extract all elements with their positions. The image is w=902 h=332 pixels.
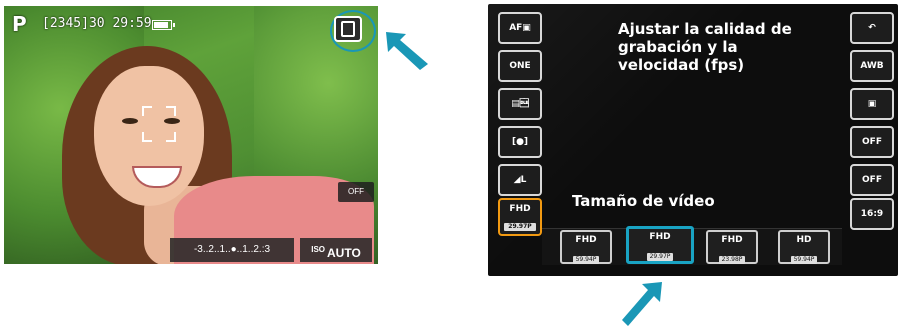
setting-help-text: Ajustar la calidad de grabación y la vel… — [618, 20, 792, 74]
shooting-mode: P — [12, 12, 27, 36]
option-rate: 29.97P — [646, 253, 674, 261]
iso-tag: ISO — [311, 245, 325, 254]
exposure-level-indicator[interactable]: -3..2..1..●..1..2.:3 — [170, 238, 294, 262]
option-rate: 23.98P — [718, 256, 746, 264]
image-quality-button[interactable]: ◢L — [498, 164, 542, 196]
af-method-button[interactable]: AF▣ — [498, 12, 542, 44]
iso-value: AUTO — [327, 246, 361, 260]
af-frame-corner — [142, 132, 152, 142]
option-fhd-2997p[interactable]: FHD 29.97P — [626, 226, 694, 264]
recording-time: 30 29:59 — [88, 16, 152, 31]
menu-label: OFF — [862, 137, 882, 147]
quick-control-screen: AF▣ ONE SHOT ▤ [●] ◢L FHD 29.97P ↶ AWB … — [488, 4, 898, 276]
subject-eye — [164, 118, 180, 124]
af-frame-corner — [166, 106, 176, 116]
menu-label: ▣ — [867, 99, 877, 109]
flash-label: OFF — [348, 187, 364, 196]
battery-icon — [152, 20, 175, 30]
af-frame-corner — [166, 132, 176, 142]
iso-button[interactable]: ISO AUTO — [300, 238, 372, 262]
pointer-arrow-icon — [618, 280, 666, 328]
menu-sublabel: 29.97P — [504, 223, 536, 231]
flash-off-button[interactable]: OFF — [338, 182, 374, 202]
shots-and-time: [2345]30 29:59 — [42, 16, 152, 31]
af-operation-button[interactable]: ONE SHOT — [498, 50, 542, 99]
menu-label: ▤ — [511, 99, 529, 109]
live-view-screen: P [2345]30 29:59 OFF -3..2..1..●..1..2.:… — [4, 6, 378, 264]
q-icon — [341, 21, 355, 37]
back-icon: ↶ — [868, 23, 876, 33]
menu-label: AF▣ — [509, 23, 531, 33]
battery-level — [154, 22, 168, 28]
option-format: FHD — [649, 232, 671, 242]
menu-label: 16:9 — [860, 209, 884, 219]
menu-label: [●] — [511, 137, 529, 147]
quick-control-q-button[interactable] — [334, 16, 362, 42]
back-button[interactable]: ↶ — [850, 12, 894, 44]
auto-lighting-optimizer-button[interactable]: OFF — [850, 126, 894, 158]
shots-remaining: [2345] — [42, 16, 89, 31]
metering-mode-button[interactable]: [●] — [498, 126, 542, 158]
picture-style-button[interactable]: ▣ — [850, 88, 894, 120]
option-fhd-5994p[interactable]: FHD 59.94P — [560, 230, 612, 264]
option-rate: 59.94P — [790, 256, 818, 264]
option-hd-5994p[interactable]: HD 59.94P — [778, 230, 830, 264]
option-format: FHD — [721, 235, 743, 245]
option-format: FHD — [575, 235, 597, 245]
movie-size-button[interactable]: FHD 29.97P — [498, 198, 542, 236]
pointer-arrow-icon — [384, 30, 430, 72]
subject-eye — [122, 118, 138, 124]
aspect-ratio-button[interactable]: 16:9 — [850, 198, 894, 230]
drive-mode-button[interactable]: ▤ — [498, 88, 542, 120]
exposure-scale: -3..2..1..●..1..2.:3 — [193, 244, 271, 255]
menu-label: AWB — [860, 61, 884, 71]
option-fhd-2398p[interactable]: FHD 23.98P — [706, 230, 758, 264]
option-format: HD — [796, 235, 812, 245]
option-rate: 59.94P — [572, 256, 600, 264]
menu-label: ◢L — [513, 175, 527, 185]
white-balance-button[interactable]: AWB — [850, 50, 894, 82]
af-frame-corner — [142, 106, 152, 116]
menu-label: FHD — [509, 204, 531, 214]
menu-label: OFF — [862, 175, 882, 185]
creative-filter-button[interactable]: OFF — [850, 164, 894, 196]
setting-name: Tamaño de vídeo — [572, 192, 715, 210]
